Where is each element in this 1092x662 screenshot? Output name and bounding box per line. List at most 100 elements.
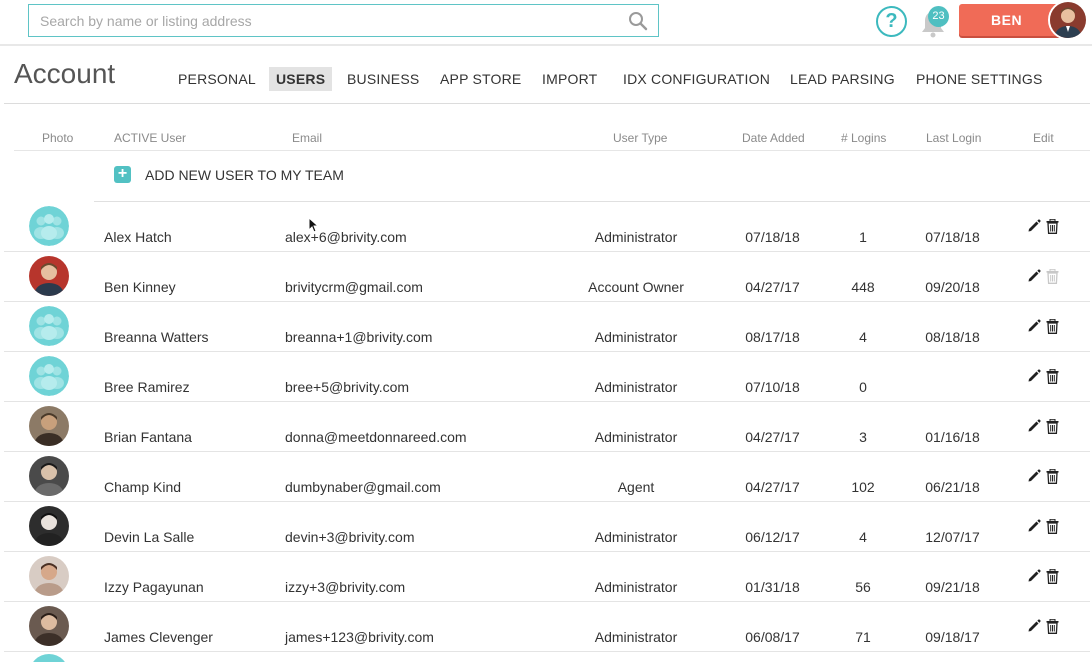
delete-trash-icon[interactable]	[1046, 469, 1059, 484]
tab-business[interactable]: BUSINESS	[347, 67, 419, 91]
search-icon[interactable]	[628, 11, 648, 31]
header-divider	[14, 150, 1090, 151]
user-name: Brian Fantana	[104, 429, 192, 445]
table-row[interactable]: Ben Kinney brivitycrm@gmail.com Account Ow…	[0, 252, 1092, 302]
notification-count-badge[interactable]: 23	[928, 6, 949, 27]
table-row[interactable]: James Clevenger james+123@brivity.com Admi…	[0, 602, 1092, 652]
avatar-partial	[29, 654, 69, 662]
last-login: 06/21/18	[925, 479, 980, 495]
user-name: Izzy Pagayunan	[104, 579, 204, 595]
tab-personal[interactable]: PERSONAL	[178, 67, 256, 91]
row-actions	[1027, 469, 1067, 485]
edit-pencil-icon[interactable]	[1027, 219, 1041, 233]
edit-pencil-icon[interactable]	[1027, 519, 1041, 533]
user-email: bree+5@brivity.com	[285, 379, 410, 395]
row-actions	[1027, 319, 1067, 335]
date-added: 04/27/17	[745, 279, 800, 295]
user-type: Account Owner	[588, 279, 684, 295]
edit-pencil-icon[interactable]	[1027, 269, 1041, 283]
row-actions	[1027, 269, 1067, 285]
search-box[interactable]	[28, 4, 659, 37]
mouse-cursor-icon	[308, 217, 318, 233]
user-type: Agent	[617, 479, 655, 495]
avatar	[29, 206, 69, 246]
column-header-user-type: User Type	[613, 131, 668, 145]
column-header-email: Email	[292, 131, 323, 145]
column-header-edit: Edit	[1033, 131, 1054, 145]
login-count: 0	[859, 379, 867, 395]
login-count: 1	[859, 229, 867, 245]
edit-pencil-icon[interactable]	[1027, 569, 1041, 583]
login-count: 71	[855, 629, 871, 645]
last-login: 07/18/18	[925, 229, 980, 245]
edit-pencil-icon[interactable]	[1027, 319, 1041, 333]
table-row[interactable]: Breanna Watters breanna+1@brivity.com Admi…	[0, 302, 1092, 352]
user-name: Breanna Watters	[104, 329, 209, 345]
table-row[interactable]: Devin La Salle devin+3@brivity.com Adminis…	[0, 502, 1092, 552]
add-user-plus-icon[interactable]: +	[114, 166, 131, 183]
delete-trash-icon[interactable]	[1046, 619, 1059, 634]
delete-trash-icon[interactable]	[1046, 419, 1059, 434]
delete-trash-icon[interactable]	[1046, 519, 1059, 534]
last-login: 08/18/18	[925, 329, 980, 345]
avatar	[29, 406, 69, 446]
user-type: Administrator	[594, 529, 678, 545]
avatar	[29, 556, 69, 596]
date-added: 04/27/17	[745, 479, 800, 495]
tab-import[interactable]: IMPORT	[542, 67, 597, 91]
date-added: 06/08/17	[745, 629, 800, 645]
user-email: alex+6@brivity.com	[285, 229, 407, 245]
table-row[interactable]: Bree Ramirez bree+5@brivity.com Administra…	[0, 352, 1092, 402]
column-header-last-login: Last Login	[926, 131, 982, 145]
edit-pencil-icon[interactable]	[1027, 469, 1041, 483]
column-header-photo: Photo	[42, 131, 74, 145]
login-count: 102	[851, 479, 875, 495]
user-email: james+123@brivity.com	[285, 629, 434, 645]
user-email: donna@meetdonnareed.com	[285, 429, 467, 445]
avatar	[29, 356, 69, 396]
delete-trash-icon[interactable]	[1046, 319, 1059, 334]
avatar	[29, 456, 69, 496]
add-new-user-button[interactable]: ADD NEW USER TO MY TEAM	[145, 167, 344, 183]
row-actions	[1027, 519, 1067, 535]
user-name: Ben Kinney	[104, 279, 176, 295]
date-added: 07/10/18	[745, 379, 800, 395]
tabs-divider	[4, 103, 1090, 104]
user-type: Administrator	[594, 229, 678, 245]
delete-trash-icon[interactable]	[1046, 369, 1059, 384]
delete-trash-icon[interactable]	[1046, 219, 1059, 234]
user-type: Administrator	[594, 629, 678, 645]
help-icon[interactable]: ?	[876, 6, 907, 37]
tab-users[interactable]: USERS	[269, 67, 333, 91]
tab-lead-parsing[interactable]: LEAD PARSING	[790, 67, 895, 91]
date-added: 01/31/18	[745, 579, 800, 595]
table-row[interactable]: Izzy Pagayunan izzy+3@brivity.com Administ…	[0, 552, 1092, 602]
last-login: 01/16/18	[925, 429, 980, 445]
tab-app-store[interactable]: APP STORE	[440, 67, 521, 91]
table-row[interactable]: Brian Fantana donna@meetdonnareed.com Admi…	[0, 402, 1092, 452]
table-row[interactable]: Alex Hatch alex+6@brivity.com Administrato…	[0, 202, 1092, 252]
login-count: 4	[859, 529, 867, 545]
date-added: 08/17/18	[745, 329, 800, 345]
row-actions	[1027, 219, 1067, 235]
tab-idx-configuration[interactable]: IDX CONFIGURATION	[623, 67, 770, 91]
table-row[interactable]: Champ Kind dumbynaber@gmail.com Agent 04/27…	[0, 452, 1092, 502]
user-name: Champ Kind	[104, 479, 182, 495]
avatar	[29, 256, 69, 296]
edit-pencil-icon[interactable]	[1027, 369, 1041, 383]
row-actions	[1027, 569, 1067, 585]
user-type: Administrator	[594, 379, 678, 395]
delete-trash-icon[interactable]	[1046, 569, 1059, 584]
user-name: Alex Hatch	[104, 229, 172, 245]
edit-pencil-icon[interactable]	[1027, 419, 1041, 433]
column-header-active-user: ACTIVE User	[114, 131, 187, 145]
delete-trash-icon[interactable]	[1046, 269, 1059, 284]
user-avatar[interactable]	[1048, 0, 1088, 40]
row-actions	[1027, 369, 1067, 385]
search-input[interactable]	[29, 5, 619, 36]
avatar	[29, 306, 69, 346]
date-added: 07/18/18	[745, 229, 800, 245]
edit-pencil-icon[interactable]	[1027, 619, 1041, 633]
tab-phone-settings[interactable]: PHONE SETTINGS	[916, 67, 1042, 91]
avatar	[29, 506, 69, 546]
